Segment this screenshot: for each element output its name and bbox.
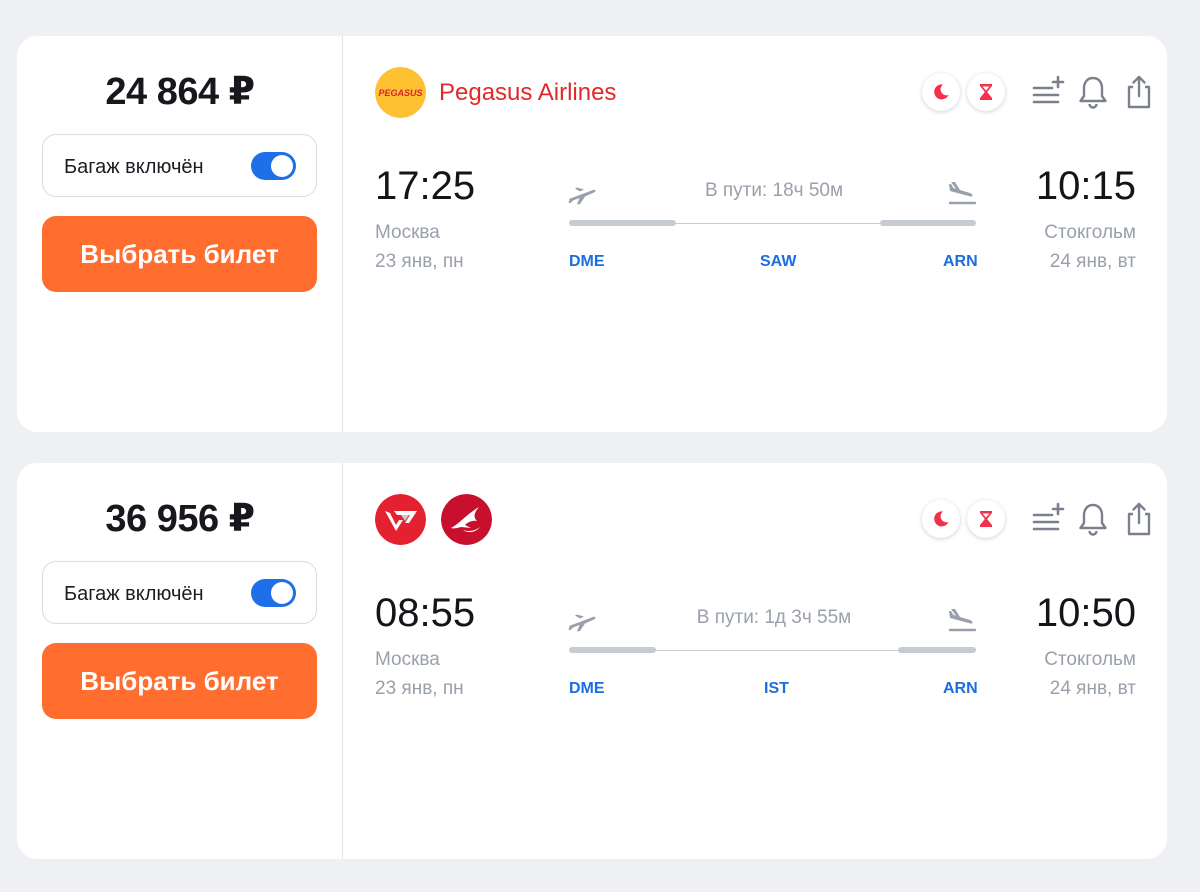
layover-segment	[676, 222, 880, 224]
baggage-option[interactable]: Багаж включён	[42, 134, 317, 197]
red-wings-logo	[375, 494, 426, 545]
landing-icon	[946, 179, 978, 207]
toggle-knob	[271, 155, 293, 177]
hourglass-icon	[980, 84, 992, 100]
pegasus-logo-text: PEGASUS	[378, 88, 422, 98]
route-segment	[880, 220, 976, 226]
baggage-toggle[interactable]	[251, 579, 296, 607]
long-layover-badge[interactable]	[967, 73, 1005, 111]
add-to-list-icon[interactable]	[1031, 501, 1065, 537]
route-line	[569, 647, 976, 653]
bell-icon[interactable]	[1076, 74, 1110, 110]
layover-segment	[656, 649, 898, 651]
departure-time: 17:25	[375, 164, 476, 208]
ticket-card[interactable]: 36 956 ₽ Багаж включён Выбрать билет 08:…	[17, 463, 1167, 859]
departure-airport-code: DME	[569, 253, 605, 270]
moon-icon	[934, 84, 949, 100]
arrival-date: 24 янв, вт	[1049, 251, 1136, 272]
departure-date: 23 янв, пн	[375, 678, 464, 699]
arrival-city: Стокгольм	[1044, 222, 1136, 243]
select-ticket-button[interactable]: Выбрать билет	[42, 216, 317, 292]
ticket-card[interactable]: 24 864 ₽ Багаж включён Выбрать билет PEG…	[17, 36, 1167, 432]
flight-duration: В пути: 1д 3ч 55м	[696, 607, 852, 628]
arrival-time: 10:15	[1035, 164, 1136, 208]
flight-info-panel: PEGASUS Pegasus Airlines 17:25 Москва 23…	[344, 36, 1167, 432]
moon-icon	[934, 511, 949, 527]
baggage-toggle[interactable]	[251, 152, 296, 180]
departure-airport-code: DME	[569, 680, 605, 697]
transfer-airport-code: IST	[764, 680, 789, 697]
ticket-price: 24 864 ₽	[105, 71, 255, 113]
route-segment	[569, 220, 676, 226]
bell-icon[interactable]	[1076, 501, 1110, 537]
pegasus-logo: PEGASUS	[375, 67, 426, 118]
route-segment	[898, 647, 976, 653]
route-line	[569, 220, 976, 226]
night-flight-badge[interactable]	[922, 73, 960, 111]
landing-icon	[946, 606, 978, 634]
arrival-airport-code: ARN	[943, 680, 978, 697]
arrival-airport-code: ARN	[943, 253, 978, 270]
turkish-airlines-logo	[441, 494, 492, 545]
arrival-date: 24 янв, вт	[1049, 678, 1136, 699]
night-flight-badge[interactable]	[922, 500, 960, 538]
arrival-time: 10:50	[1035, 591, 1136, 635]
transfer-airport-code: SAW	[760, 253, 797, 270]
departure-date: 23 янв, пн	[375, 251, 464, 272]
baggage-option[interactable]: Багаж включён	[42, 561, 317, 624]
route-segment	[569, 647, 656, 653]
share-icon[interactable]	[1122, 74, 1156, 110]
airline-name: Pegasus Airlines	[439, 79, 617, 106]
departure-city: Москва	[375, 222, 440, 243]
arrival-city: Стокгольм	[1044, 649, 1136, 670]
baggage-label: Багаж включён	[64, 583, 204, 605]
toggle-knob	[271, 582, 293, 604]
hourglass-icon	[980, 511, 992, 527]
long-layover-badge[interactable]	[967, 500, 1005, 538]
select-ticket-button[interactable]: Выбрать билет	[42, 643, 317, 719]
ticket-price-panel: 36 956 ₽ Багаж включён Выбрать билет	[17, 463, 343, 859]
add-to-list-icon[interactable]	[1031, 74, 1065, 110]
share-icon[interactable]	[1122, 501, 1156, 537]
flight-duration: В пути: 18ч 50м	[704, 180, 844, 201]
departure-time: 08:55	[375, 591, 476, 635]
ticket-price-panel: 24 864 ₽ Багаж включён Выбрать билет	[17, 36, 343, 432]
ticket-price: 36 956 ₽	[105, 498, 255, 540]
baggage-label: Багаж включён	[64, 156, 204, 178]
flight-info-panel: 08:55 Москва 23 янв, пн В пути: 1д 3ч 55…	[344, 463, 1167, 859]
departure-city: Москва	[375, 649, 440, 670]
